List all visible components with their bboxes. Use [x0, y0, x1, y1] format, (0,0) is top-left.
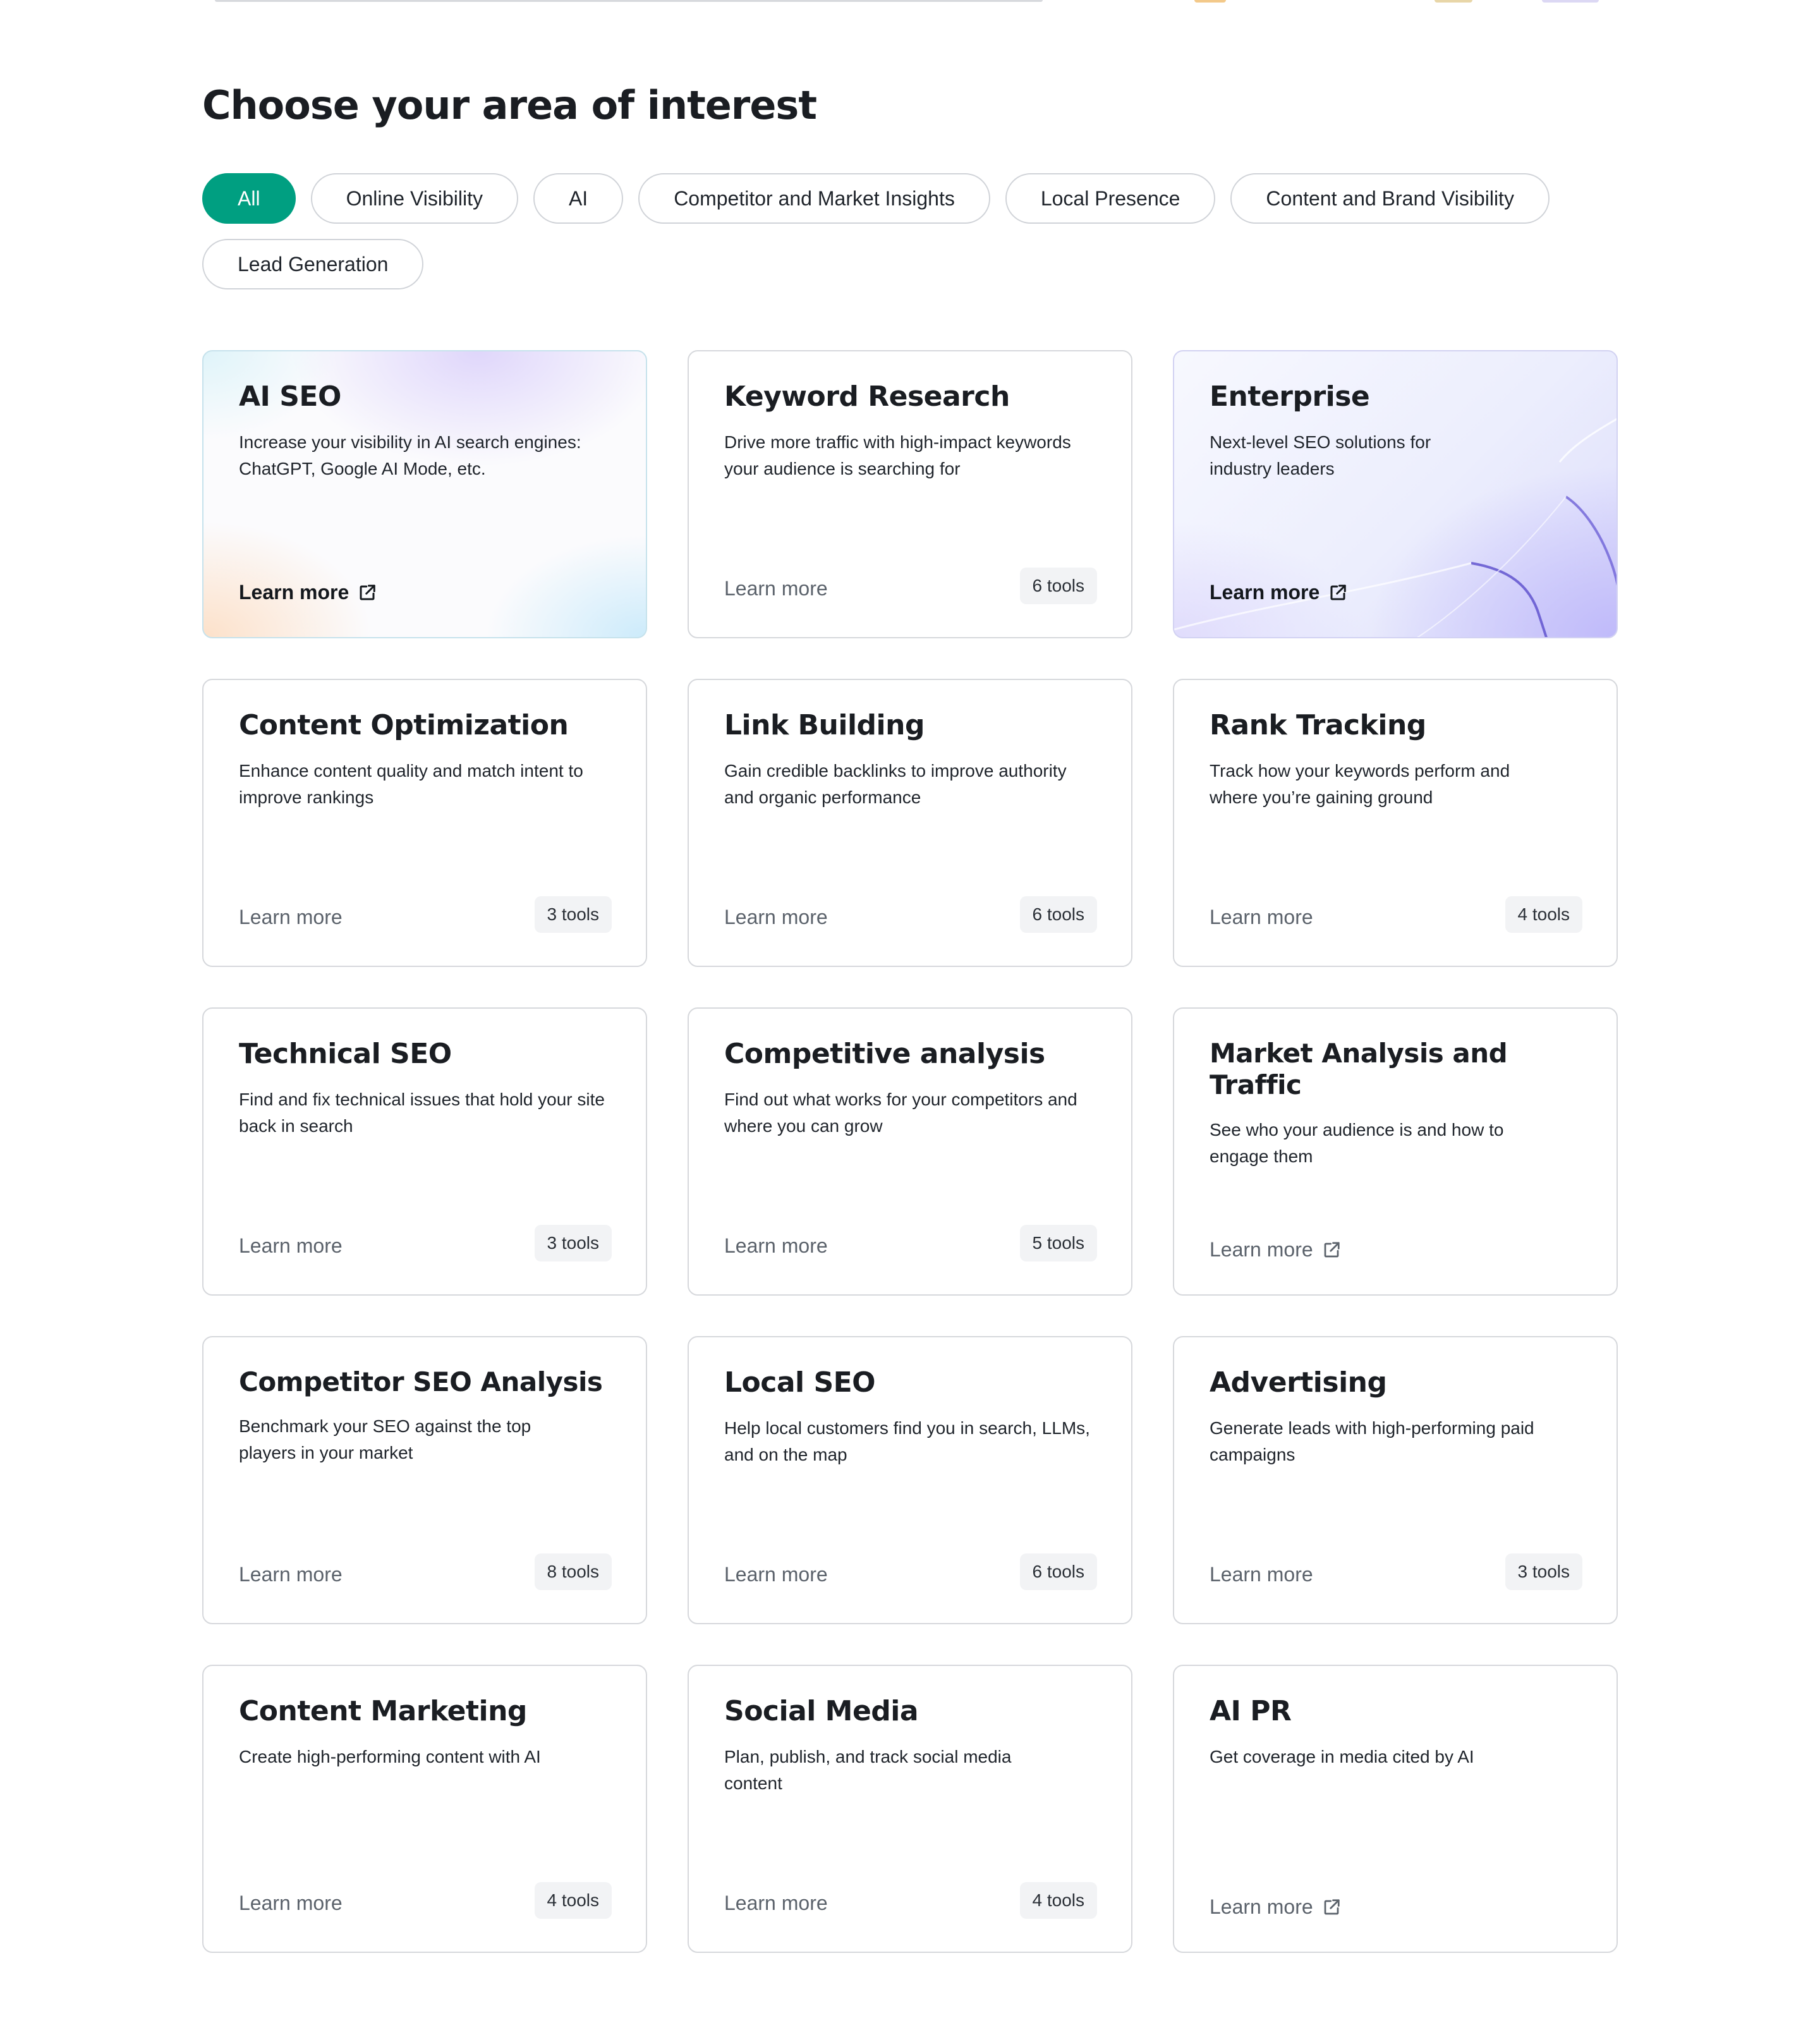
tools-count-badge: 6 tools — [1019, 568, 1097, 604]
card-enterprise[interactable]: Enterprise Next-level SEO solutions for … — [1173, 350, 1618, 638]
card-description: Get coverage in media cited by AI — [1210, 1746, 1474, 1766]
card-competitive-analysis[interactable]: Competitive analysis Find out what works… — [688, 1007, 1132, 1296]
partial-image — [1542, 0, 1599, 3]
tools-count-badge: 3 tools — [1505, 1553, 1582, 1590]
card-content-optimization[interactable]: Content Optimization Enhance content qua… — [202, 679, 647, 967]
card-title: Competitor SEO Analysis — [239, 1366, 603, 1397]
tool-cards-grid: AI SEO Increase your visibility in AI se… — [202, 350, 1618, 1953]
card-description: Gain credible backlinks to improve autho… — [724, 760, 1067, 807]
learn-more-link[interactable]: Learn more — [239, 1234, 343, 1258]
learn-more-link[interactable]: Learn more — [1210, 581, 1347, 604]
card-title: Enterprise — [1210, 380, 1370, 413]
learn-more-link[interactable]: Learn more — [239, 1563, 343, 1586]
tools-count-badge: 5 tools — [1019, 1225, 1097, 1261]
learn-more-label: Learn more — [1210, 581, 1320, 604]
card-description: Create high-performing content with AI — [239, 1746, 541, 1766]
filter-local-presence[interactable]: Local Presence — [1005, 173, 1216, 224]
card-description: Enhance content quality and match intent… — [239, 760, 583, 807]
learn-more-link[interactable]: Learn more — [724, 1234, 828, 1258]
external-link-icon — [1330, 584, 1347, 600]
card-title: Local SEO — [724, 1366, 876, 1399]
card-market-analysis-traffic[interactable]: Market Analysis and Traffic See who your… — [1173, 1007, 1618, 1296]
card-keyword-research[interactable]: Keyword Research Drive more traffic with… — [688, 350, 1132, 638]
card-description: Next-level SEO solutions for industry le… — [1210, 432, 1431, 478]
card-ai-pr[interactable]: AI PR Get coverage in media cited by AI … — [1173, 1665, 1618, 1953]
card-rank-tracking[interactable]: Rank Tracking Track how your keywords pe… — [1173, 679, 1618, 967]
card-social-media[interactable]: Social Media Plan, publish, and track so… — [688, 1665, 1132, 1953]
learn-more-link[interactable]: Learn more — [1210, 1895, 1341, 1919]
partial-image — [1435, 0, 1472, 3]
tools-count-badge: 4 tools — [534, 1882, 612, 1919]
card-description: Find and fix technical issues that hold … — [239, 1089, 605, 1136]
card-title: AI SEO — [239, 380, 341, 413]
learn-more-link[interactable]: Learn more — [1210, 1238, 1341, 1261]
learn-more-link[interactable]: Learn more — [724, 577, 828, 600]
card-title: Link Building — [724, 709, 925, 741]
card-description: Drive more traffic with high-impact keyw… — [724, 432, 1071, 478]
learn-more-link[interactable]: Learn more — [724, 1563, 828, 1586]
learn-more-link[interactable]: Learn more — [724, 1892, 828, 1915]
learn-more-label: Learn more — [239, 581, 349, 604]
card-ai-seo[interactable]: AI SEO Increase your visibility in AI se… — [202, 350, 647, 638]
interest-section: Choose your area of interest All Online … — [202, 82, 1618, 1953]
card-title: Advertising — [1210, 1366, 1387, 1399]
card-description: Find out what works for your competitors… — [724, 1089, 1077, 1136]
card-title: Market Analysis and Traffic — [1210, 1038, 1508, 1101]
filter-content-brand-visibility[interactable]: Content and Brand Visibility — [1230, 173, 1550, 224]
card-advertising[interactable]: Advertising Generate leads with high-per… — [1173, 1336, 1618, 1624]
card-description: Benchmark your SEO against the top playe… — [239, 1416, 531, 1463]
learn-more-link[interactable]: Learn more — [1210, 906, 1313, 929]
card-title: Content Marketing — [239, 1695, 527, 1727]
learn-more-link[interactable]: Learn more — [1210, 1563, 1313, 1586]
tools-count-badge: 4 tools — [1019, 1882, 1097, 1919]
filter-lead-generation[interactable]: Lead Generation — [202, 239, 424, 289]
tools-count-badge: 3 tools — [534, 896, 612, 933]
learn-more-link[interactable]: Learn more — [239, 906, 343, 929]
external-link-icon — [360, 584, 376, 600]
divider — [215, 0, 1043, 2]
card-description: See who your audience is and how to enga… — [1210, 1119, 1504, 1166]
card-description: Increase your visibility in AI search en… — [239, 432, 581, 478]
filter-ai[interactable]: AI — [533, 173, 624, 224]
card-title: Content Optimization — [239, 709, 569, 741]
card-description: Generate leads with high-performing paid… — [1210, 1418, 1534, 1464]
learn-more-link[interactable]: Learn more — [239, 1892, 343, 1915]
external-link-icon — [1324, 1241, 1340, 1257]
card-description: Help local customers find you in search,… — [724, 1418, 1090, 1464]
tools-count-badge: 3 tools — [534, 1225, 612, 1261]
card-description: Plan, publish, and track social media co… — [724, 1746, 1012, 1793]
card-description: Track how your keywords perform and wher… — [1210, 760, 1510, 807]
filter-online-visibility[interactable]: Online Visibility — [310, 173, 518, 224]
learn-more-link[interactable]: Learn more — [239, 581, 377, 604]
filter-pills: All Online Visibility AI Competitor and … — [202, 173, 1643, 289]
card-title: Rank Tracking — [1210, 709, 1426, 741]
learn-more-label: Learn more — [1210, 1895, 1313, 1918]
external-link-icon — [1324, 1899, 1340, 1914]
card-title: AI PR — [1210, 1695, 1292, 1727]
card-link-building[interactable]: Link Building Gain credible backlinks to… — [688, 679, 1132, 967]
card-technical-seo[interactable]: Technical SEO Find and fix technical iss… — [202, 1007, 647, 1296]
learn-more-label: Learn more — [1210, 1238, 1313, 1261]
tools-count-badge: 4 tools — [1505, 896, 1582, 933]
card-local-seo[interactable]: Local SEO Help local customers find you … — [688, 1336, 1132, 1624]
previous-section-edge — [0, 0, 1820, 5]
card-title: Competitive analysis — [724, 1038, 1045, 1070]
card-title: Technical SEO — [239, 1038, 452, 1070]
card-title: Social Media — [724, 1695, 919, 1727]
card-competitor-seo-analysis[interactable]: Competitor SEO Analysis Benchmark your S… — [202, 1336, 647, 1624]
learn-more-link[interactable]: Learn more — [724, 906, 828, 929]
card-title: Keyword Research — [724, 380, 1010, 413]
tools-count-badge: 8 tools — [534, 1553, 612, 1590]
partial-image — [1194, 0, 1226, 3]
tools-count-badge: 6 tools — [1019, 1553, 1097, 1590]
filter-competitor-market-insights[interactable]: Competitor and Market Insights — [638, 173, 990, 224]
section-title: Choose your area of interest — [202, 82, 817, 128]
tools-count-badge: 6 tools — [1019, 896, 1097, 933]
filter-all[interactable]: All — [202, 173, 296, 224]
card-content-marketing[interactable]: Content Marketing Create high-performing… — [202, 1665, 647, 1953]
